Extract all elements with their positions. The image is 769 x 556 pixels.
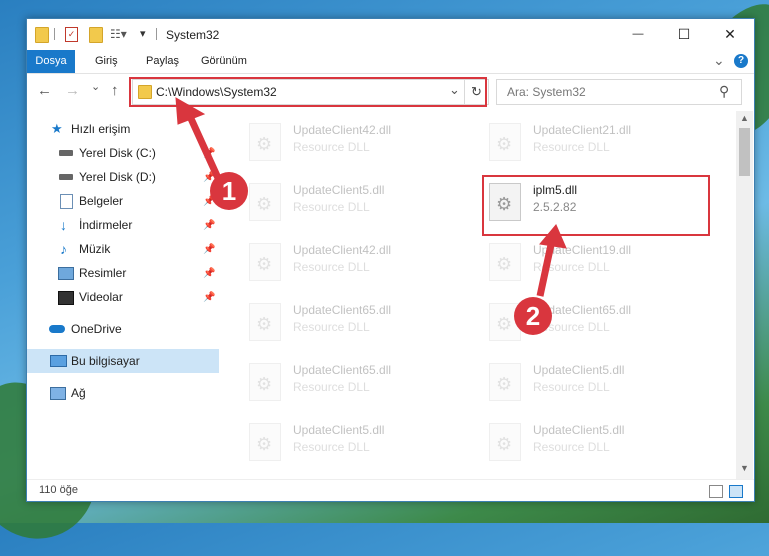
arrow-1-line [184, 110, 222, 180]
step-2-badge: 2 [514, 297, 552, 335]
step-1-badge: 1 [210, 172, 248, 210]
arrow-2-head [539, 224, 567, 249]
arrow-2-line [536, 239, 556, 297]
annotation-arrows [175, 97, 567, 297]
